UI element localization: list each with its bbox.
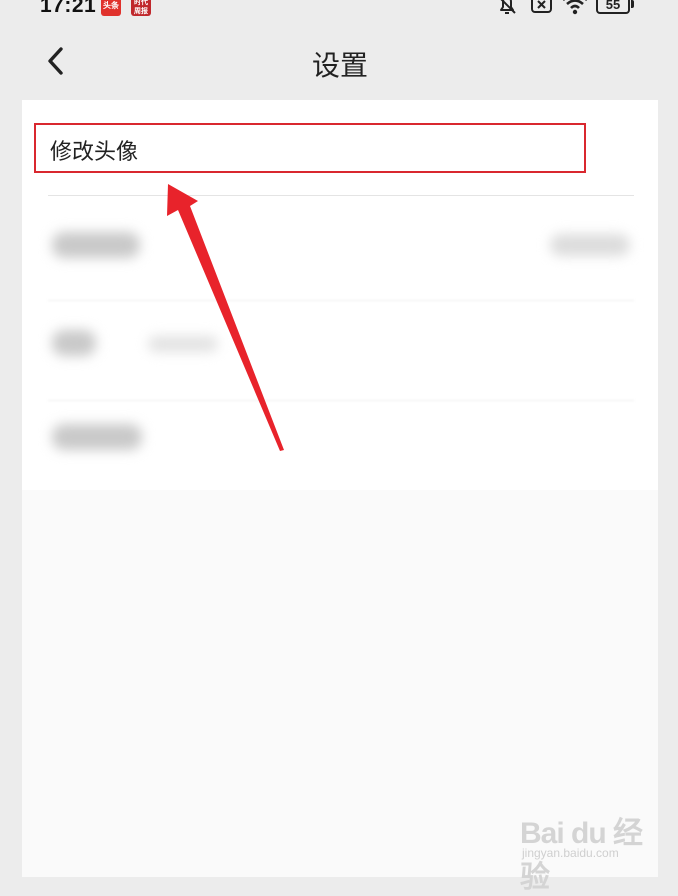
baidu-jingyan-watermark: Bai du 经验 jingyan.baidu.com <box>520 808 650 894</box>
blurred-setting-row[interactable] <box>48 406 634 466</box>
wifi-icon <box>563 0 587 15</box>
status-bar: 17:21 头条 时代周报 55 <box>0 0 678 22</box>
change-avatar-label: 修改头像 <box>50 140 139 165</box>
watermark-url: jingyan.baidu.com <box>522 846 619 860</box>
bell-off-icon <box>500 0 516 14</box>
divider <box>48 195 634 196</box>
shidai-app-icon: 时代周报 <box>131 0 151 16</box>
blurred-setting-row[interactable] <box>48 314 634 401</box>
title-bar: 设置 <box>22 22 658 100</box>
content-panel: 修改头像 <box>22 100 658 877</box>
battery-icon: 55 <box>596 0 630 14</box>
sim-off-icon <box>531 0 552 13</box>
blurred-setting-row[interactable] <box>48 214 634 301</box>
change-avatar-row[interactable]: 修改头像 <box>34 123 586 173</box>
status-time: 17:21 <box>40 0 97 17</box>
settings-card: 修改头像 <box>22 100 658 490</box>
battery-tip <box>631 0 634 8</box>
page-title: 设置 <box>311 49 368 82</box>
toutiao-app-icon: 头条 <box>101 0 121 16</box>
